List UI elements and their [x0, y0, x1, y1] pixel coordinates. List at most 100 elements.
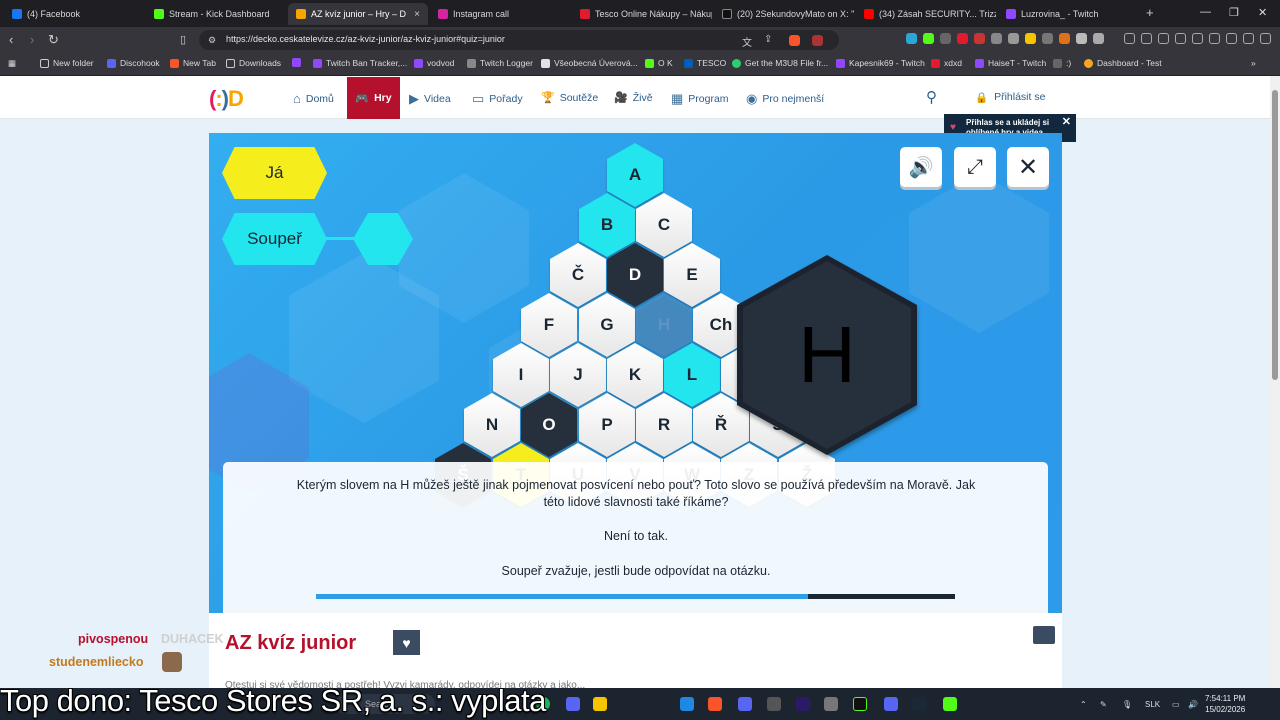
- nav-videos[interactable]: ▶ Videa: [409, 91, 451, 107]
- close-game-button[interactable]: ✕: [1007, 147, 1049, 187]
- browser-tab[interactable]: Tesco Online Nákupy – Nákup: [572, 3, 712, 25]
- bookmark-item[interactable]: TESCO: [684, 58, 726, 68]
- bookmark-item[interactable]: HaiseT - Twitch: [975, 58, 1046, 68]
- media-icon[interactable]: [1158, 33, 1169, 44]
- menu-icon[interactable]: [1260, 33, 1271, 44]
- browser-tab[interactable]: (4) Facebook: [4, 3, 144, 25]
- brave-icon[interactable]: [708, 697, 722, 711]
- discord-icon[interactable]: [738, 697, 752, 711]
- bookmark-item[interactable]: xdxd: [931, 58, 962, 68]
- wallet-icon[interactable]: [1209, 33, 1220, 44]
- reading-list-icon[interactable]: [1175, 33, 1186, 44]
- bookmark-item[interactable]: Twitch Ban Tracker,...: [313, 58, 407, 68]
- extension-icon[interactable]: [1042, 33, 1053, 44]
- discord-icon[interactable]: [884, 697, 898, 711]
- browser-tab[interactable]: (34) Zásah SECURITY... Trizz by: [856, 3, 996, 25]
- extension-icon[interactable]: [906, 33, 917, 44]
- nav-live[interactable]: 🎥 Živě: [614, 91, 653, 105]
- minimize-icon[interactable]: —: [1200, 6, 1211, 18]
- brave-rewards-icon[interactable]: [812, 35, 823, 46]
- nav-program[interactable]: ▦ Program: [671, 91, 729, 107]
- browser-tab[interactable]: Luzrovina_ - Twitch: [998, 3, 1138, 25]
- folder-icon[interactable]: [593, 697, 607, 711]
- bookmark-item[interactable]: :): [1053, 58, 1071, 68]
- forward-icon[interactable]: ›: [30, 32, 34, 47]
- bookmark-icon[interactable]: ▯: [180, 33, 186, 46]
- kick-icon[interactable]: [853, 697, 867, 711]
- extension-icon[interactable]: [1093, 33, 1104, 44]
- nav-contests[interactable]: 🏆 Soutěže: [541, 91, 598, 105]
- bookmark-item[interactable]: Kapesnik69 - Twitch: [836, 58, 925, 68]
- extension-icon[interactable]: [1059, 33, 1070, 44]
- app-icon[interactable]: [767, 697, 781, 711]
- brave-shield-icon[interactable]: [789, 35, 800, 46]
- share-icon[interactable]: ⇪: [764, 34, 772, 45]
- extension-icon[interactable]: [1008, 33, 1019, 44]
- download-icon[interactable]: [1124, 33, 1135, 44]
- mic-icon[interactable]: 🎙: [1122, 700, 1132, 709]
- fullscreen-button[interactable]: ⤢: [954, 147, 996, 187]
- close-icon[interactable]: ×: [414, 9, 420, 20]
- selected-letter-face: H: [743, 261, 911, 449]
- pen-icon[interactable]: ✎: [1100, 700, 1107, 709]
- extension-icon[interactable]: [957, 33, 968, 44]
- back-icon[interactable]: ‹: [9, 32, 13, 47]
- bookmark-item[interactable]: New Tab: [170, 58, 216, 68]
- bookmark-item[interactable]: Get the M3U8 File fr...: [732, 58, 828, 68]
- bookmark-item[interactable]: O K: [645, 58, 673, 68]
- extension-icon[interactable]: [991, 33, 1002, 44]
- premiere-icon[interactable]: [796, 697, 810, 711]
- translate-icon[interactable]: 文: [742, 34, 752, 49]
- more-bookmarks-icon[interactable]: »: [1251, 58, 1256, 68]
- network-icon[interactable]: ▭: [1172, 700, 1180, 709]
- steam-icon[interactable]: [912, 697, 926, 711]
- nav-home[interactable]: ⌂ Domů: [293, 91, 334, 106]
- nav-games[interactable]: 🎮 Hry: [347, 77, 400, 119]
- history-icon[interactable]: [1141, 33, 1152, 44]
- vpn-icon[interactable]: [1243, 33, 1254, 44]
- comment-icon[interactable]: [1033, 626, 1055, 644]
- app-icon[interactable]: [824, 697, 838, 711]
- sidebar-icon[interactable]: [1192, 33, 1203, 44]
- sound-button[interactable]: 🔊: [900, 147, 942, 187]
- browser-tab[interactable]: Stream - Kick Dashboard: [146, 3, 286, 25]
- browser-tab-active[interactable]: AZ kvíz junior – Hry – D ×: [288, 3, 428, 25]
- close-icon[interactable]: ✕: [1062, 116, 1071, 130]
- taskbar-clock[interactable]: 7:54:11 PM 15/02/2026: [1205, 693, 1245, 715]
- browser-tab[interactable]: (20) 2SekundovyMato on X: "H: [714, 3, 854, 25]
- bookmark-item[interactable]: New folder: [40, 58, 94, 68]
- maximize-icon[interactable]: ❐: [1229, 6, 1239, 19]
- bookmark-item[interactable]: [292, 58, 301, 67]
- bookmark-item[interactable]: Všeobecná Úverová...: [541, 58, 638, 68]
- extension-icon[interactable]: [940, 33, 951, 44]
- bookmark-item[interactable]: vodvod: [414, 58, 454, 68]
- search-icon[interactable]: ⚲: [926, 88, 937, 106]
- apps-icon[interactable]: ▦: [8, 58, 16, 69]
- language-indicator[interactable]: SLK: [1145, 700, 1160, 709]
- new-tab-button[interactable]: +: [1146, 5, 1154, 20]
- nav-little-ones[interactable]: ◉ Pro nejmenší: [746, 91, 824, 107]
- bookmark-item[interactable]: Twitch Logger: [467, 58, 533, 68]
- extension-icon[interactable]: [1025, 33, 1036, 44]
- bookmark-item[interactable]: Discohook: [107, 58, 160, 68]
- favorite-button[interactable]: ♥: [393, 630, 420, 655]
- app-icon[interactable]: [943, 697, 957, 711]
- tray-chevron-icon[interactable]: ⌃: [1080, 700, 1087, 709]
- login-button[interactable]: 🔒 Přihlásit se: [975, 91, 1045, 104]
- browser-tab[interactable]: Instagram call: [430, 3, 570, 25]
- bookmark-item[interactable]: Downloads: [226, 58, 281, 68]
- window-close-icon[interactable]: ✕: [1258, 6, 1267, 19]
- site-settings-icon[interactable]: ⚙: [208, 35, 216, 46]
- extension-icon[interactable]: [974, 33, 985, 44]
- reload-icon[interactable]: ↻: [48, 32, 59, 48]
- nav-shows[interactable]: ▭ Pořady: [472, 91, 523, 107]
- scrollbar-thumb[interactable]: [1272, 90, 1278, 380]
- volume-icon[interactable]: 🔊: [1188, 700, 1198, 709]
- app-icon[interactable]: [566, 697, 580, 711]
- decko-logo[interactable]: (:)D: [209, 86, 244, 112]
- messenger-icon[interactable]: [680, 697, 694, 711]
- bookmark-item[interactable]: Dashboard - Test: [1084, 58, 1162, 68]
- extension-icon[interactable]: [923, 33, 934, 44]
- leo-ai-icon[interactable]: [1226, 33, 1237, 44]
- extensions-puzzle-icon[interactable]: [1076, 33, 1087, 44]
